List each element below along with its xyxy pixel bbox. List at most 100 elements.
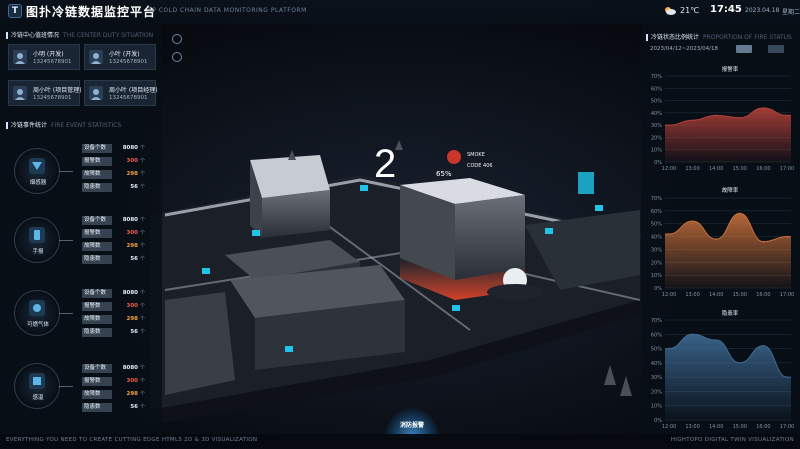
y-tick-label: 70% xyxy=(651,196,662,202)
y-tick-label: 50% xyxy=(651,347,662,353)
x-tick-label: 15:00 xyxy=(733,166,747,172)
fault-rate-chart: 0%10%20%30%40%50%60%70%12:00 13:00 14:00 15… xyxy=(651,196,794,298)
stat-row: 设备个数 8080 个 xyxy=(82,216,146,225)
data-point xyxy=(668,347,670,350)
user-avatar-icon xyxy=(89,50,103,64)
data-point xyxy=(691,119,694,122)
duty-person-card[interactable]: 小明 (开发) 13245678901 xyxy=(8,44,80,70)
alarm-code: CODE 406 xyxy=(467,163,493,169)
person-name: 小叶 (开发) xyxy=(109,51,140,58)
duty-section-title: 冷链中心值班情况 xyxy=(11,32,60,39)
y-tick-label: 10% xyxy=(651,148,662,154)
data-point xyxy=(715,339,717,341)
stat-row: 报警数 300 个 xyxy=(82,229,146,238)
y-tick-label: 20% xyxy=(651,389,662,395)
range-toggle-button[interactable] xyxy=(736,45,752,53)
y-tick-label: 40% xyxy=(651,235,662,241)
y-tick-label: 70% xyxy=(651,318,662,324)
eye-icon[interactable] xyxy=(172,34,182,44)
duty-person-card[interactable]: 周小叶 (项目管理) 13245678901 xyxy=(8,80,82,106)
alarm-icon[interactable] xyxy=(447,150,461,164)
data-point xyxy=(691,333,694,336)
y-tick-label: 40% xyxy=(651,111,662,117)
stat-row: 隐患数 56 个 xyxy=(82,183,146,192)
duty-person-card[interactable]: 周小叶 (项目经理) 13245678901 xyxy=(84,80,158,106)
y-tick-label: 30% xyxy=(651,375,662,381)
stat-row: 报警数 300 个 xyxy=(82,302,146,311)
left-panel: 冷链中心值班情况 THE CENTER DUTY SITUATION 小明 (开发… xyxy=(0,24,162,434)
stat-row: 隐患数 56 个 xyxy=(82,255,146,264)
y-tick-label: 60% xyxy=(651,332,662,338)
floor-number: 2 xyxy=(374,142,397,186)
x-tick-label: 17:00 xyxy=(780,166,794,172)
data-point xyxy=(715,114,717,117)
person-phone: 13245678901 xyxy=(109,59,148,65)
user-avatar-icon xyxy=(13,86,27,100)
status-section-title: 冷链状态比例统计 xyxy=(651,34,700,41)
x-tick-label: 16:00 xyxy=(756,424,770,430)
range-toggle-button[interactable] xyxy=(768,45,784,53)
clock-time: 17:45 xyxy=(710,4,742,15)
person-name: 周小叶 (项目管理) xyxy=(33,87,82,94)
duty-section-title-en: THE CENTER DUTY SITUATION xyxy=(63,32,154,39)
footer-bar: EVERYTHING YOU NEED TO CREATE CUTTING ED… xyxy=(0,434,800,449)
stat-row: 故障数 298 个 xyxy=(82,170,146,179)
data-point xyxy=(691,220,694,222)
section-marker xyxy=(646,34,648,41)
connector-line xyxy=(59,240,73,241)
event-section-title: 冷链事件统计 xyxy=(11,122,48,129)
event-section-title-en: FIRE EVENT STATISTICS xyxy=(51,122,122,129)
category-smoke-detector[interactable]: 烟感器 xyxy=(14,148,73,194)
refresh-icon[interactable] xyxy=(172,52,182,62)
data-point xyxy=(786,235,788,238)
stat-row: 故障数 298 个 xyxy=(82,242,146,251)
x-tick-label: 16:00 xyxy=(756,292,770,298)
x-tick-label: 12:00 xyxy=(662,166,676,172)
data-point xyxy=(739,116,741,119)
y-tick-label: 10% xyxy=(651,273,662,279)
y-tick-label: 30% xyxy=(651,123,662,129)
x-tick-label: 17:00 xyxy=(780,292,794,298)
x-tick-label: 15:00 xyxy=(733,424,747,430)
stat-row: 故障数 298 个 xyxy=(82,390,146,399)
smoke-detector-icon xyxy=(29,158,45,174)
clock-date: 2023.04.18 xyxy=(745,7,780,14)
data-point xyxy=(668,124,670,126)
status-section-title-en: PROPORTION OF FIRE STATUS xyxy=(703,34,792,41)
duty-section-header: 冷链中心值班情况 THE CENTER DUTY SITUATION xyxy=(6,30,153,40)
duty-person-card[interactable]: 小叶 (开发) 13245678901 xyxy=(84,44,156,70)
x-tick-label: 12:00 xyxy=(662,424,676,430)
event-section-header: 冷链事件统计 FIRE EVENT STATISTICS xyxy=(6,120,121,130)
y-tick-label: 30% xyxy=(651,247,662,253)
section-marker xyxy=(6,122,8,129)
x-tick-label: 17:00 xyxy=(780,424,794,430)
y-tick-label: 20% xyxy=(651,135,662,141)
gas-detector-icon xyxy=(29,300,45,316)
y-tick-label: 70% xyxy=(651,74,662,80)
person-phone: 13245678901 xyxy=(33,59,72,65)
x-tick-label: 13:00 xyxy=(685,292,699,298)
user-avatar-icon xyxy=(89,86,103,100)
stat-row: 故障数 298 个 xyxy=(82,315,146,324)
data-point xyxy=(786,376,788,378)
category-heat-detector[interactable]: 感温 xyxy=(14,363,73,409)
heat-detector-icon xyxy=(29,373,45,389)
category-label: 烟感器 xyxy=(29,180,47,186)
category-label: 手报 xyxy=(32,249,44,255)
date-range[interactable]: 2023/04/12~2023/04/18 xyxy=(650,46,718,52)
category-gas-detector[interactable]: 可燃气体 xyxy=(14,290,73,336)
data-point xyxy=(762,107,765,109)
category-manual-alarm[interactable]: 手报 xyxy=(14,217,73,263)
person-phone: 13245678901 xyxy=(109,95,148,101)
category-label: 感温 xyxy=(32,395,44,401)
y-tick-label: 40% xyxy=(651,361,662,367)
x-tick-label: 14:00 xyxy=(709,424,723,430)
x-tick-label: 15:00 xyxy=(733,292,747,298)
y-tick-label: 60% xyxy=(651,209,662,215)
y-tick-label: 50% xyxy=(651,222,662,228)
occupancy-percent: 65% xyxy=(436,170,452,178)
page-title: 图扑冷链数据监控平台 xyxy=(26,5,157,19)
data-point xyxy=(786,114,788,117)
chart-title: 故障率 xyxy=(721,188,739,194)
manual-alarm-icon xyxy=(29,227,45,243)
